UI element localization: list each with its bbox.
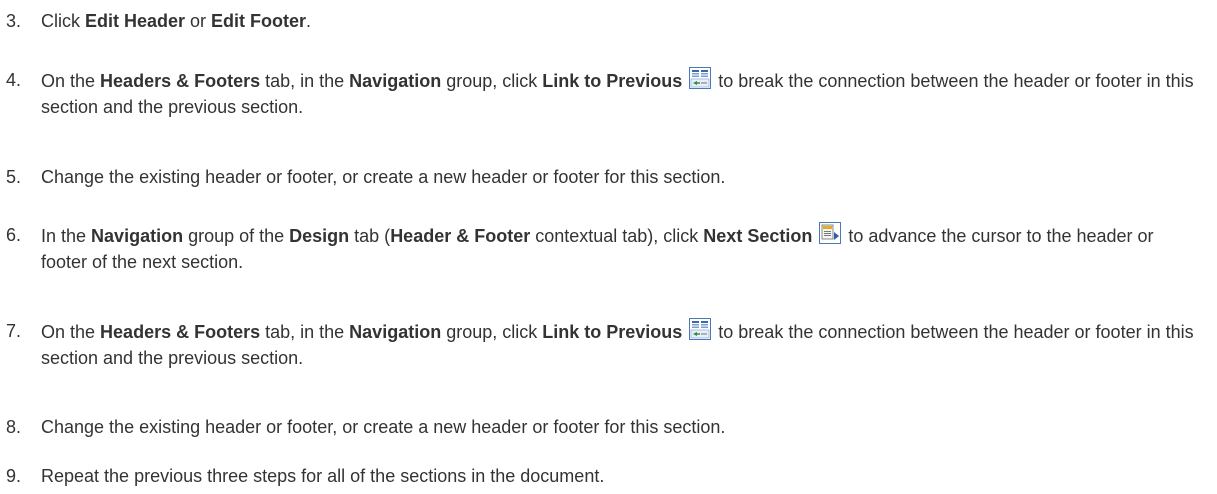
step-number: 8.: [6, 417, 22, 437]
step-text-run: group, click: [441, 71, 543, 91]
ui-term: Edit Header: [85, 11, 186, 31]
step-text-run: Change the existing header or footer, or…: [41, 417, 726, 437]
ui-term: Design: [289, 226, 350, 246]
step-text: On the Headers & Footers tab, in the Nav…: [41, 318, 1201, 371]
step-text-run: Repeat the previous three steps for all …: [41, 466, 605, 486]
step-item: 6. In the Navigation group of the Design…: [0, 222, 1217, 275]
step-text-run: group of the: [183, 226, 290, 246]
step-text-run: In the: [41, 226, 92, 246]
step-text-run: contextual tab), click: [530, 226, 704, 246]
step-number: 3.: [6, 11, 22, 31]
step-text-run: tab, in the: [260, 322, 350, 342]
ui-term: Link to Previous: [542, 322, 683, 342]
step-text-run: On the: [41, 71, 101, 91]
step-text: Repeat the previous three steps for all …: [41, 463, 1201, 489]
step-number: 9.: [6, 466, 22, 486]
ui-term: Navigation: [349, 71, 442, 91]
ui-term: Headers & Footers: [100, 71, 261, 91]
step-number: 4.: [6, 70, 22, 90]
step-text: In the Navigation group of the Design ta…: [41, 222, 1201, 275]
step-text-run: Change the existing header or footer, or…: [41, 167, 726, 187]
next-section-icon: [819, 222, 842, 244]
step-item: 8. Change the existing header or footer,…: [0, 414, 1217, 440]
step-number: 5.: [6, 167, 22, 187]
step-item: 3. Click Edit Header or Edit Footer.: [0, 8, 1217, 34]
step-text-run: or: [185, 11, 212, 31]
step-text-run: tab (: [349, 226, 391, 246]
step-text-run: .: [306, 11, 312, 31]
ui-term: Edit Footer: [211, 11, 307, 31]
ui-term: Headers & Footers: [100, 322, 261, 342]
ui-term: Navigation: [349, 322, 442, 342]
step-text: Change the existing header or footer, or…: [41, 414, 1201, 440]
step-item: 7. On the Headers & Footers tab, in the …: [0, 318, 1217, 371]
step-text-run: Click: [41, 11, 85, 31]
ui-term: Link to Previous: [542, 71, 683, 91]
ui-term: Next Section: [703, 226, 813, 246]
step-text-run: On the: [41, 322, 101, 342]
ui-term: Header & Footer: [390, 226, 531, 246]
step-text-run: [812, 226, 817, 246]
step-number: 7.: [6, 321, 22, 341]
ui-term: Navigation: [91, 226, 184, 246]
step-text-run: group, click: [441, 322, 543, 342]
step-text-run: tab, in the: [260, 71, 350, 91]
step-text-run: [682, 322, 687, 342]
step-text: Change the existing header or footer, or…: [41, 164, 1201, 190]
step-number: 6.: [6, 225, 22, 245]
link-to-previous-icon: [689, 67, 712, 89]
step-text: Click Edit Header or Edit Footer.: [41, 8, 1201, 34]
step-text: On the Headers & Footers tab, in the Nav…: [41, 67, 1201, 120]
step-item: 5. Change the existing header or footer,…: [0, 164, 1217, 190]
step-text-run: [682, 71, 687, 91]
link-to-previous-icon: [689, 318, 712, 340]
step-item: 4. On the Headers & Footers tab, in the …: [0, 67, 1217, 120]
step-item: 9. Repeat the previous three steps for a…: [0, 463, 1217, 489]
